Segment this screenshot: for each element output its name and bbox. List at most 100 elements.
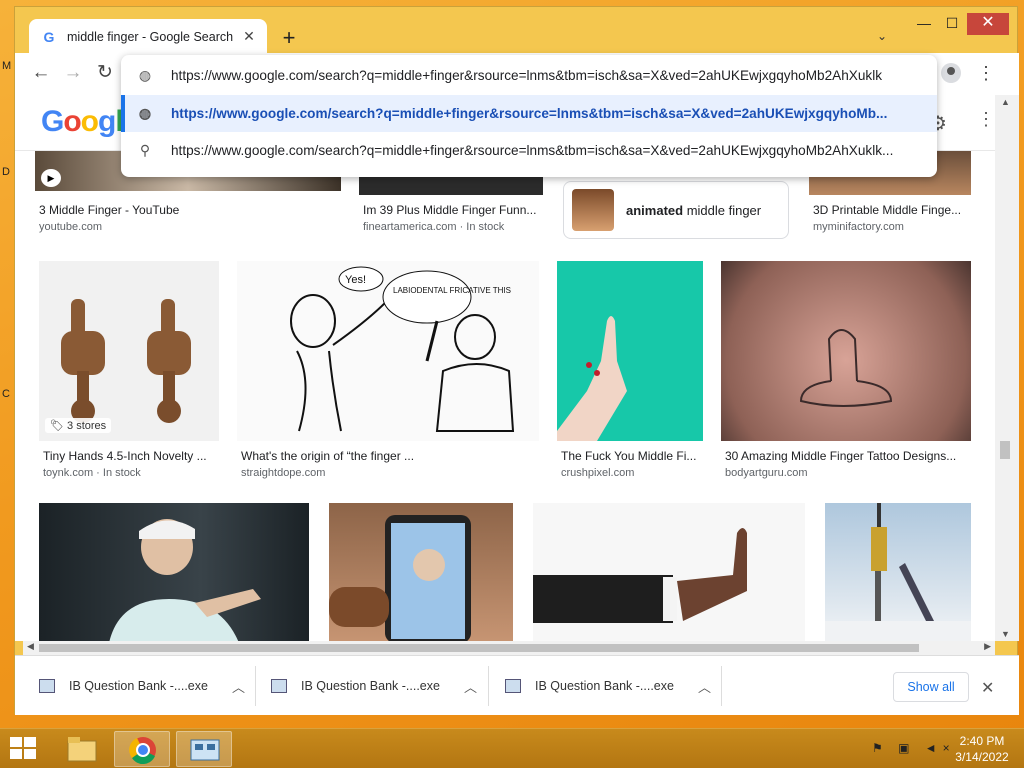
- menu-kebab-icon[interactable]: ⋮: [977, 63, 995, 83]
- desktop-icon-label: M: [2, 60, 12, 72]
- vertical-scrollbar[interactable]: ▲ ▼: [995, 95, 1019, 641]
- result-thumbnail[interactable]: [557, 261, 703, 441]
- minimize-button[interactable]: —: [911, 13, 937, 35]
- download-item[interactable]: IB Question Bank -....exe ︿: [271, 668, 477, 704]
- close-downloads-icon[interactable]: ✕: [981, 678, 994, 698]
- result-source[interactable]: youtube.com: [39, 221, 102, 233]
- cartoon-speech-left: Yes!: [345, 274, 366, 286]
- person-gesture-image: [109, 519, 261, 641]
- browser-tab[interactable]: G middle finger - Google Search ✕: [29, 19, 267, 54]
- result-caption[interactable]: What's the origin of “the finger ...: [241, 449, 539, 463]
- google-logo[interactable]: Googl: [41, 105, 124, 139]
- result-caption[interactable]: 3 Middle Finger - YouTube: [39, 203, 339, 217]
- forward-button[interactable]: →: [61, 61, 85, 85]
- download-filename: IB Question Bank -....exe: [69, 679, 208, 693]
- result-caption[interactable]: The Fuck You Middle Fi...: [561, 449, 703, 463]
- scroll-up-arrow-icon[interactable]: ▲: [1001, 97, 1010, 107]
- related-search-chip[interactable]: animated middle finger: [563, 181, 789, 239]
- back-button[interactable]: ←: [29, 61, 53, 85]
- clock-time: 2:40 PM: [959, 734, 1005, 748]
- divider: [488, 666, 489, 706]
- scroll-right-arrow-icon[interactable]: ▶: [984, 641, 991, 652]
- address-input-value: https://www.google.com/search?q=middle+f…: [171, 67, 883, 83]
- image-result-card[interactable]: 30 Amazing Middle Finger Tattoo Designs.…: [721, 261, 971, 481]
- tab-title: middle finger - Google Search: [67, 29, 234, 44]
- horizontal-scroll-thumb[interactable]: [39, 644, 919, 652]
- result-caption[interactable]: 30 Amazing Middle Finger Tattoo Designs.…: [725, 449, 971, 463]
- result-caption[interactable]: Tiny Hands 4.5-Inch Novelty ...: [43, 449, 219, 463]
- close-tab-icon[interactable]: ✕: [241, 28, 257, 45]
- result-thumbnail[interactable]: Yes! LABIODENTAL FRICATIVE THIS: [237, 261, 539, 441]
- related-thumbnail: [572, 189, 614, 231]
- windows-start-button[interactable]: [10, 737, 38, 761]
- sculpture-crane-image: [825, 503, 971, 641]
- suggestion-text: https://www.google.com/search?q=middle+f…: [171, 106, 888, 121]
- tab-search-button[interactable]: ⌄: [877, 29, 887, 43]
- file-explorer-taskbar-icon[interactable]: [54, 731, 110, 767]
- result-source[interactable]: fineartamerica.com · In stock: [363, 221, 504, 233]
- image-result-card[interactable]: 🏷 3 stores Tiny Hands 4.5-Inch Novelty .…: [39, 261, 219, 481]
- download-filename: IB Question Bank -....exe: [301, 679, 440, 693]
- taskbar: ⚑ ▣ ◄× 2:40 PM 3/14/2022: [0, 728, 1024, 768]
- omnibox-suggestion[interactable]: ◍ https://www.google.com/search?q=middle…: [121, 95, 937, 132]
- exe-file-icon: [271, 679, 287, 693]
- related-search-text: animated middle finger: [626, 202, 762, 218]
- clock[interactable]: 2:40 PM 3/14/2022: [944, 733, 1020, 765]
- profile-icon[interactable]: [941, 63, 961, 83]
- divider: [721, 666, 722, 706]
- result-thumbnail[interactable]: [39, 503, 309, 641]
- control-panel-taskbar-icon[interactable]: [176, 731, 232, 767]
- scroll-down-arrow-icon[interactable]: ▼: [1001, 629, 1010, 639]
- stores-badge: 🏷 3 stores: [45, 418, 112, 433]
- chevron-up-icon[interactable]: ︿: [232, 677, 245, 696]
- clock-date: 3/14/2022: [955, 750, 1009, 764]
- result-source[interactable]: myminifactory.com: [813, 221, 904, 233]
- image-result-card[interactable]: [39, 503, 309, 641]
- result-thumbnail[interactable]: [825, 503, 971, 641]
- reload-button[interactable]: ↻: [93, 61, 117, 85]
- close-window-button[interactable]: ✕: [967, 13, 1009, 35]
- result-source[interactable]: bodyartguru.com: [725, 467, 808, 479]
- image-result-card[interactable]: [329, 503, 513, 641]
- omnibox-suggestion[interactable]: ⚲ https://www.google.com/search?q=middle…: [121, 132, 937, 169]
- globe-icon: ◍: [138, 66, 152, 83]
- cartoon-image: Yes! LABIODENTAL FRICATIVE THIS: [237, 261, 539, 441]
- image-result-card[interactable]: Yes! LABIODENTAL FRICATIVE THIS What's t…: [237, 261, 539, 481]
- image-result-card[interactable]: The Fuck You Middle Fi... crushpixel.com: [557, 261, 703, 481]
- desktop-icon-label: D: [2, 166, 10, 178]
- image-result-card[interactable]: [533, 503, 805, 641]
- result-source[interactable]: crushpixel.com: [561, 467, 634, 479]
- maximize-button[interactable]: ☐: [939, 13, 965, 35]
- result-source[interactable]: straightdope.com: [241, 467, 325, 479]
- result-thumbnail[interactable]: [533, 503, 805, 641]
- download-filename: IB Question Bank -....exe: [535, 679, 674, 693]
- show-all-button[interactable]: Show all: [893, 672, 969, 702]
- address-bar[interactable]: ◍ https://www.google.com/search?q=middle…: [121, 55, 937, 95]
- browser-window: — ☐ ✕ G middle finger - Google Search ✕ …: [14, 6, 1019, 715]
- suit-hand-image: [533, 528, 747, 623]
- omnibox-dropdown: ◍ https://www.google.com/search?q=middle…: [121, 55, 937, 177]
- desktop-icon-label: C: [2, 388, 10, 400]
- download-item[interactable]: IB Question Bank -....exe ︿: [39, 668, 245, 704]
- horizontal-scrollbar[interactable]: ◀ ▶: [23, 641, 995, 655]
- result-thumbnail[interactable]: [721, 261, 971, 441]
- tag-icon: 🏷: [50, 420, 64, 432]
- scroll-left-arrow-icon[interactable]: ◀: [27, 641, 34, 652]
- play-icon: ▶: [41, 169, 61, 187]
- chevron-up-icon[interactable]: ︿: [698, 677, 711, 696]
- vertical-scroll-thumb[interactable]: [1000, 441, 1010, 459]
- download-item[interactable]: IB Question Bank -....exe ︿: [505, 668, 711, 704]
- result-thumbnail[interactable]: [329, 503, 513, 641]
- phone-hand-image: [329, 515, 471, 641]
- exe-file-icon: [39, 679, 55, 693]
- result-caption[interactable]: 3D Printable Middle Finge...: [813, 203, 971, 217]
- chevron-up-icon[interactable]: ︿: [464, 677, 477, 696]
- new-tab-button[interactable]: +: [277, 27, 301, 51]
- image-result-card[interactable]: [825, 503, 971, 641]
- chrome-taskbar-icon[interactable]: [114, 731, 170, 767]
- result-source[interactable]: toynk.com · In stock: [43, 467, 141, 479]
- result-thumbnail[interactable]: 🏷 3 stores: [39, 261, 219, 441]
- novelty-hands-image: [61, 299, 191, 423]
- hand-on-teal-image: [557, 316, 627, 441]
- result-caption[interactable]: Im 39 Plus Middle Finger Funn...: [363, 203, 543, 217]
